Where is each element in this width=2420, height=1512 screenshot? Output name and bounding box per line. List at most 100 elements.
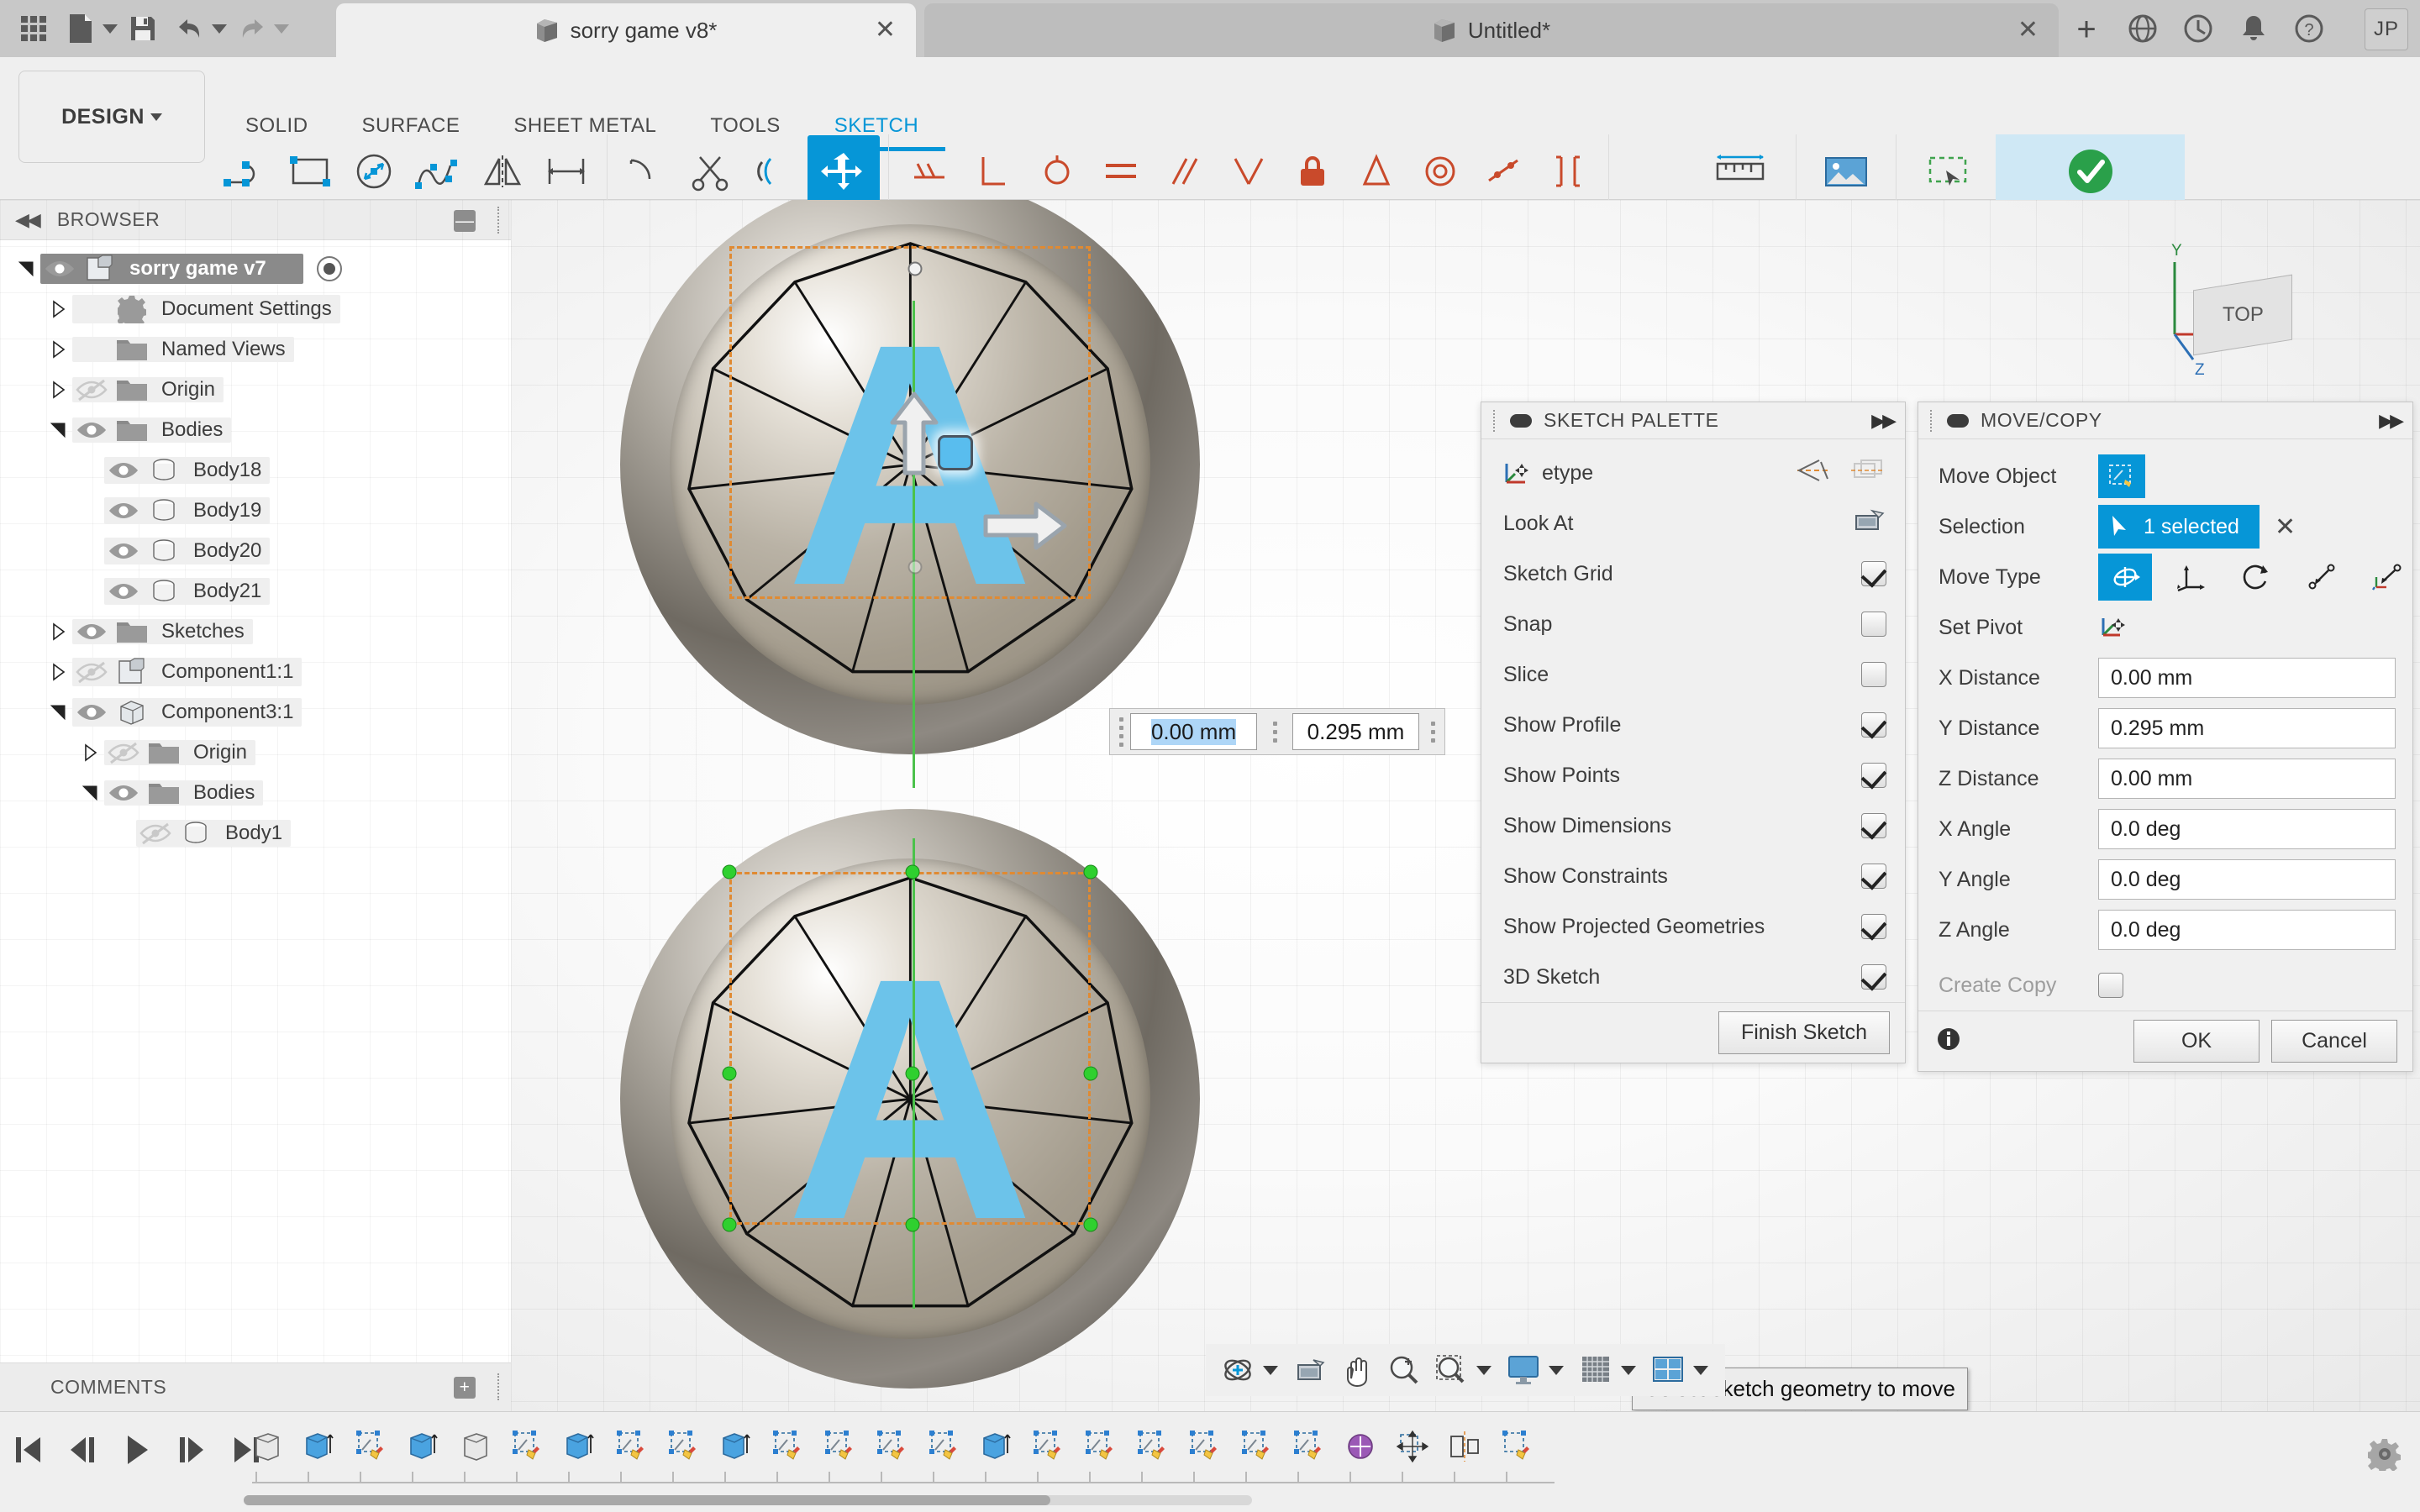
panel-menu-icon[interactable] [1510,413,1532,428]
snap-checkbox[interactable] [1861,612,1886,637]
timeline-scrollbar[interactable] [244,1495,1252,1505]
collinear-icon[interactable] [1472,135,1536,207]
look-at-icon[interactable] [1288,1348,1332,1392]
zoom-window-icon[interactable] [1429,1348,1473,1392]
drag-grip-icon[interactable] [1115,715,1127,748]
tree-item-sorry-game-v7[interactable]: sorry game v7 [0,249,511,289]
info-icon[interactable] [1935,1026,1962,1057]
circle-icon[interactable] [343,135,407,207]
z-angle-input[interactable]: 0.0 deg [2098,910,2396,950]
timeline-settings-gear-icon[interactable] [2366,1437,2402,1475]
sketch-point-green[interactable] [722,1066,737,1081]
selection-chip[interactable]: 1 selected [2098,505,2260,549]
offset-icon[interactable] [744,135,808,207]
panel-resize-grip[interactable] [497,1373,501,1400]
move-object-sketch-button[interactable] [2098,454,2145,498]
tree-item-origin[interactable]: Origin [0,370,511,410]
viewports-caret-icon[interactable] [1693,1365,1708,1375]
extensions-icon[interactable] [2126,12,2165,47]
expand-icon[interactable]: ▶▶ [2379,410,2404,432]
timeline-feature-9[interactable] [660,1424,706,1469]
save-icon[interactable] [121,8,165,50]
insert-image-icon[interactable] [1810,135,1882,207]
inline-dimension-editor[interactable]: 0.00 mm 0.295 mm [1109,708,1445,755]
timeline-feature-20[interactable] [1234,1424,1279,1469]
show-dimensions-checkbox[interactable] [1861,813,1886,838]
twist-closed-icon[interactable] [44,622,72,641]
timeline-feature-7[interactable] [556,1424,602,1469]
zoom-icon[interactable] [1382,1348,1426,1392]
y-distance-input[interactable]: 0.295 mm [2098,708,2396,748]
field-separator-grip-icon[interactable] [1428,715,1439,748]
twist-closed-icon[interactable] [76,743,104,762]
document-tab-active[interactable]: sorry game v8* ✕ [336,3,916,57]
add-comment-button[interactable]: + [454,1376,476,1399]
file-icon[interactable] [59,8,103,50]
curvature-icon[interactable] [1536,135,1600,207]
display-settings-icon[interactable] [1502,1348,1545,1392]
twist-open-icon[interactable] [12,260,40,278]
viewports-icon[interactable] [1646,1348,1690,1392]
x-angle-input[interactable]: 0.0 deg [2098,809,2396,849]
job-status-icon[interactable] [2181,12,2220,47]
workspace-switcher[interactable]: DESIGN [18,71,205,163]
twist-open-icon[interactable] [44,703,72,722]
line-icon[interactable] [215,135,279,207]
show-points-checkbox[interactable] [1861,763,1886,788]
3d-sketch-checkbox[interactable] [1861,964,1886,990]
timeline-feature-3[interactable] [348,1424,393,1469]
move-plane-handle[interactable] [938,435,973,470]
timeline-feature-10[interactable] [713,1424,758,1469]
timeline-feature-4[interactable] [400,1424,445,1469]
sketch-point-green[interactable] [1083,1066,1098,1081]
panel-resize-grip[interactable] [497,207,501,234]
timeline-feature-2[interactable] [296,1424,341,1469]
move-arrow-right-icon[interactable] [977,492,1070,564]
x-distance-inline-input[interactable]: 0.00 mm [1130,713,1257,750]
help-icon[interactable]: ? [2292,12,2331,47]
tree-item-body1[interactable]: Body1 [0,813,511,853]
sketch-point-green[interactable] [905,864,920,879]
scrollbar-thumb[interactable] [244,1495,1050,1505]
undo-icon[interactable] [168,8,212,50]
sketch-point[interactable] [908,559,923,575]
symmetry-icon[interactable] [1344,135,1408,207]
ok-button[interactable]: OK [2133,1020,2260,1063]
timeline-feature-15[interactable] [973,1424,1018,1469]
timeline-feature-8[interactable] [608,1424,654,1469]
rotate-icon[interactable] [2229,554,2283,601]
tree-item-body19[interactable]: Body19 [0,491,511,531]
collapse-icon[interactable]: ◀◀ [15,209,41,231]
twist-closed-icon[interactable] [44,300,72,318]
tree-item-bodies[interactable]: Bodies [0,773,511,813]
avatar[interactable]: JP [2365,8,2408,50]
y-angle-input[interactable]: 0.0 deg [2098,859,2396,900]
clear-selection-icon[interactable]: ✕ [2275,512,2296,542]
timeline-feature-25[interactable] [1494,1424,1539,1469]
tree-item-bodies[interactable]: Bodies [0,410,511,450]
sketch-point-green[interactable] [1083,864,1098,879]
eye-visible-icon[interactable] [72,418,111,442]
expand-icon[interactable]: ▶▶ [1871,410,1897,432]
sketch-point-green[interactable] [722,864,737,879]
tree-item-body20[interactable]: Body20 [0,531,511,571]
timeline-feature-23[interactable] [1390,1424,1435,1469]
go-to-beginning-icon[interactable] [12,1432,45,1472]
measure-icon[interactable] [1704,135,1776,207]
eye-visible-icon[interactable] [104,539,143,563]
eye-visible-icon[interactable] [104,459,143,482]
twist-closed-icon[interactable] [44,663,72,681]
timeline-feature-13[interactable] [869,1424,914,1469]
cancel-button[interactable]: Cancel [2271,1020,2397,1063]
offset-geometry-icon[interactable] [1849,457,1886,490]
timeline-feature-22[interactable] [1338,1424,1383,1469]
tangent-icon[interactable] [1025,135,1089,207]
eye-visible-icon[interactable] [104,499,143,522]
twist-open-icon[interactable] [76,784,104,802]
browser-minimize-button[interactable]: — [454,210,476,232]
tree-item-origin[interactable]: Origin [0,732,511,773]
eye-hidden-icon[interactable] [104,741,143,764]
sketch-point-green[interactable] [905,1066,920,1081]
orbit-caret-icon[interactable] [1263,1365,1278,1375]
drag-grip-icon[interactable] [1493,409,1498,432]
